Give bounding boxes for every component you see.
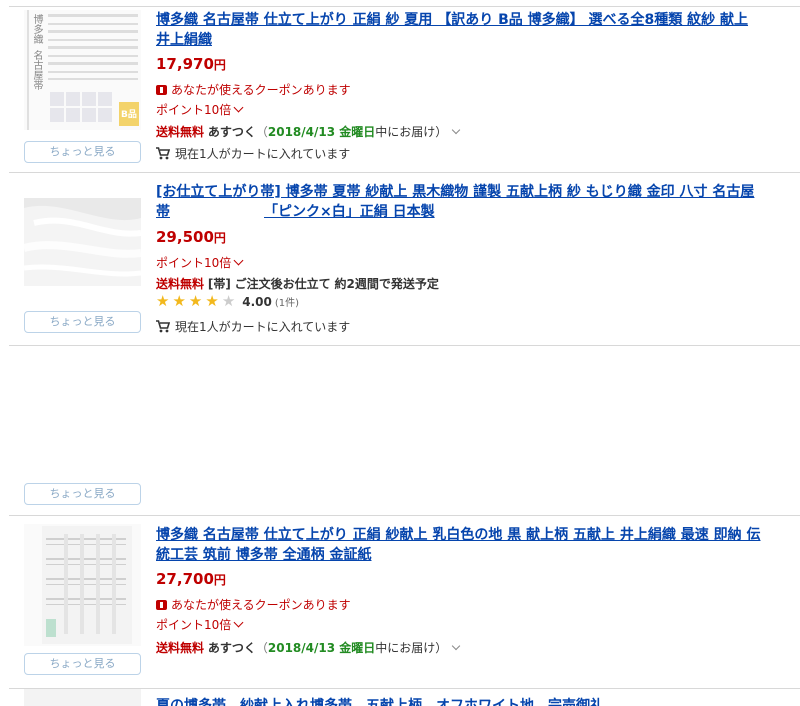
coupon-text: あなたが使えるクーポンあります: [171, 598, 351, 612]
coupon-text: あなたが使えるクーポンあります: [171, 83, 351, 97]
price-value: 17,970: [156, 55, 214, 73]
product-thumbnail: [23, 198, 142, 286]
quick-view-button[interactable]: ちょっと見る: [24, 483, 141, 505]
product-title-line2: 統工芸 筑前 博多帯 全通柄 金証紙: [156, 547, 372, 563]
product-title-link[interactable]: [お仕立て上がり帯] 博多帯 夏帯 紗献上 黒木織物 謹製 五献上柄 紗 もじり…: [156, 182, 796, 222]
chevron-down-icon: [452, 125, 461, 135]
category-label: [帯]: [207, 277, 231, 291]
paren-open: （: [255, 125, 268, 139]
price: 29,500円: [156, 228, 226, 246]
product-image[interactable]: [24, 689, 141, 706]
price: 17,970円: [156, 55, 226, 73]
ship-eta: 約2週間で発送予定: [334, 277, 439, 291]
list-item: 夏の博多帯 紗献上入れ博多帯 五献上柄 オフホワイト地 完売御礼: [9, 689, 800, 706]
price-value: 29,500: [156, 228, 214, 246]
cart-status: 現在1人がカートに入れています: [156, 318, 350, 335]
list-item: ちょっと見る [お仕立て上がり帯] 博多帯 夏帯 紗献上 黒木織物 謹製 五献上…: [9, 173, 800, 346]
free-shipping-label: 送料無料: [156, 277, 205, 291]
asutsuku-label: あすつく: [207, 641, 256, 655]
delivery-tail: 中にお届け）: [375, 641, 448, 655]
thumb-badge: B品: [121, 110, 137, 120]
chevron-down-icon: [452, 641, 461, 651]
thumb-label-b: 名古屋帯: [31, 50, 42, 90]
quick-view-button[interactable]: ちょっと見る: [24, 653, 141, 675]
product-image[interactable]: [23, 198, 142, 286]
product-thumbnail: [24, 524, 141, 646]
star-icon: ★: [156, 292, 170, 310]
star-icon: ★: [205, 292, 219, 310]
paren-open: （: [255, 641, 268, 655]
product-title-line1: [お仕立て上がり帯] 博多帯 夏帯 紗献上 黒木織物 謹製 五献上柄 紗 もじり…: [156, 184, 755, 200]
price: 27,700円: [156, 570, 226, 588]
product-title-line1: 夏の博多帯 紗献上入れ博多帯 五献上柄 オフホワイト地 完売御礼: [156, 698, 604, 706]
coupon-icon: [156, 599, 167, 610]
cart-icon: [156, 147, 170, 160]
rating-score: 4.00: [242, 294, 272, 309]
point-toggle[interactable]: ポイント10倍: [156, 101, 244, 118]
shipping-info[interactable]: 送料無料 あすつく（2018/4/13 金曜日中にお届け）: [156, 639, 461, 656]
asutsuku-label: あすつく: [207, 125, 256, 139]
delivery-date: 2018/4/13 金曜日: [267, 641, 376, 655]
price-yen: 円: [213, 231, 226, 245]
product-title-link[interactable]: 博多織 名古屋帯 仕立て上がり 正絹 紗 夏用 【訳あり B品 博多織】 選べる…: [156, 10, 796, 50]
coupon-link[interactable]: あなたが使えるクーポンあります: [156, 596, 351, 613]
list-item: ちょっと見る 博多織 名古屋帯 仕立て上がり 正絹 紗献上 乳白色の地 黒 献上…: [9, 516, 800, 689]
point-text: ポイント10倍: [156, 103, 232, 117]
product-title-line1: 博多織 名古屋帯 仕立て上がり 正絹 紗 夏用 【訳あり B品 博多織】 選べる…: [156, 12, 749, 28]
free-shipping-label: 送料無料: [156, 125, 205, 139]
product-title-link[interactable]: 夏の博多帯 紗献上入れ博多帯 五献上柄 オフホワイト地 完売御礼: [156, 696, 796, 706]
product-title-line2b: 「ピンク×白」正絹 日本製: [264, 204, 435, 220]
cart-icon: [156, 320, 170, 333]
point-toggle[interactable]: ポイント10倍: [156, 254, 244, 271]
list-item: 博多織 名古屋帯 B品 ちょっと見る 博多織 名古屋帯 仕立て上がり 正絹 紗 …: [9, 7, 800, 173]
price-yen: 円: [213, 58, 226, 72]
list-item: ちょっと見る: [9, 346, 800, 516]
point-text: ポイント10倍: [156, 256, 232, 270]
delivery-tail: 中にお届け）: [375, 125, 448, 139]
star-icon: ★: [221, 292, 236, 310]
rating-count: (1件): [274, 298, 300, 309]
shipping-info: 送料無料 [帯] ご注文後お仕立て 約2週間で発送予定: [156, 275, 439, 292]
star-icon: ★: [188, 292, 203, 310]
product-title-line2a: 帯: [156, 204, 170, 220]
product-title-line1: 博多織 名古屋帯 仕立て上がり 正絹 紗献上 乳白色の地 黒 献上柄 五献上 井…: [156, 527, 761, 543]
free-shipping-label: 送料無料: [156, 641, 205, 655]
point-toggle[interactable]: ポイント10倍: [156, 616, 244, 633]
coupon-icon: [156, 84, 167, 95]
cart-text: 現在1人がカートに入れています: [175, 147, 351, 161]
product-image[interactable]: 博多織 名古屋帯 B品: [24, 10, 141, 130]
coupon-link[interactable]: あなたが使えるクーポンあります: [156, 81, 351, 98]
thumb-label-a: 博多織: [31, 14, 42, 44]
cart-text: 現在1人がカートに入れています: [175, 320, 351, 334]
point-text: ポイント10倍: [156, 618, 232, 632]
chevron-down-icon: [233, 255, 244, 266]
price-value: 27,700: [156, 570, 214, 588]
delivery-date: 2018/4/13 金曜日: [267, 125, 376, 139]
product-title-line2: 井上絹織: [156, 32, 212, 48]
chevron-down-icon: [233, 102, 244, 113]
product-title-link[interactable]: 博多織 名古屋帯 仕立て上がり 正絹 紗献上 乳白色の地 黒 献上柄 五献上 井…: [156, 525, 796, 565]
shipping-info[interactable]: 送料無料 あすつく（2018/4/13 金曜日中にお届け）: [156, 123, 461, 140]
cart-status: 現在1人がカートに入れています: [156, 145, 350, 162]
rating[interactable]: ★ ★ ★ ★ ★ 4.00 (1件): [156, 292, 300, 310]
order-note: ご注文後お仕立て: [234, 277, 331, 291]
star-icon: ★: [172, 292, 186, 310]
product-image[interactable]: [24, 524, 141, 646]
price-yen: 円: [213, 573, 226, 587]
quick-view-button[interactable]: ちょっと見る: [24, 311, 141, 333]
quick-view-button[interactable]: ちょっと見る: [24, 141, 141, 163]
chevron-down-icon: [233, 617, 244, 628]
